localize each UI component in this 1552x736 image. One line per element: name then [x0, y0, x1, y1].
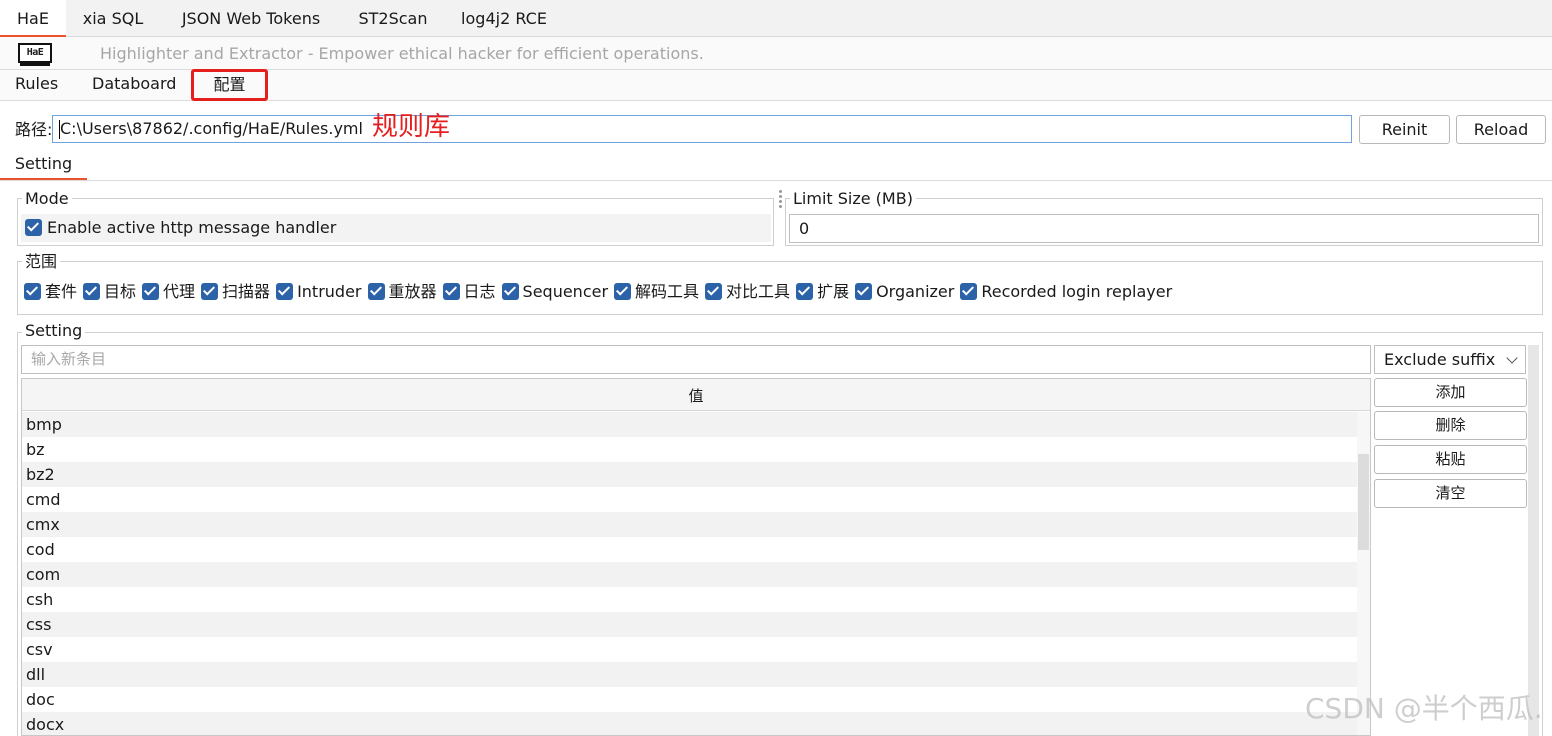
table-row[interactable]: dll	[22, 662, 1357, 687]
add-button[interactable]: 添加	[1374, 378, 1527, 407]
mode-option-row[interactable]: Enable active http message handler	[21, 214, 771, 242]
tab-config[interactable]: 配置	[191, 69, 268, 101]
hae-logo: HaE	[18, 43, 52, 66]
checkbox-checked-icon[interactable]	[960, 282, 978, 300]
tab-setting[interactable]: Setting	[0, 150, 87, 180]
text-caret	[59, 120, 60, 139]
setting-type-value: Exclude suffix	[1384, 350, 1496, 369]
column-header-value[interactable]: 值	[22, 379, 1370, 411]
table-row[interactable]: com	[22, 562, 1357, 587]
table-row[interactable]: bz	[22, 437, 1357, 462]
rules-library-annotation: 规则库	[372, 112, 451, 142]
setting-group-title: Setting	[22, 321, 86, 341]
scope-item-extensions[interactable]: 扩展	[796, 280, 849, 304]
tagline: Highlighter and Extractor - Empower ethi…	[100, 44, 704, 63]
paste-button[interactable]: 粘贴	[1374, 445, 1527, 474]
split-pane-handle[interactable]	[777, 188, 783, 248]
mode-option-label: Enable active http message handler	[47, 218, 337, 237]
watermark: CSDN @半个西瓜.	[1305, 692, 1543, 725]
checkbox-checked-icon[interactable]	[501, 282, 519, 300]
scope-options: 套件 目标 代理 扫描器 Intruder 重放器 日志 Sequencer 解码工具 对比工具扩…	[24, 280, 1178, 304]
scope-item-intruder[interactable]: Intruder	[276, 280, 362, 304]
scope-group-title: 范围	[22, 252, 61, 272]
table-row[interactable]: cod	[22, 537, 1357, 562]
checkbox-checked-icon[interactable]	[83, 282, 101, 300]
scope-item-scanner[interactable]: 扫描器	[201, 280, 270, 304]
checkbox-checked-icon[interactable]	[276, 282, 294, 300]
table-row[interactable]: cmd	[22, 487, 1357, 512]
checkbox-checked-icon[interactable]	[142, 282, 160, 300]
table-row[interactable]: bz2	[22, 462, 1357, 487]
checkbox-checked-icon[interactable]	[201, 282, 219, 300]
path-label: 路径:	[15, 120, 53, 139]
checkbox-checked-icon[interactable]	[796, 282, 814, 300]
table-row[interactable]: docx	[22, 712, 1357, 735]
divider	[0, 180, 1552, 181]
tab-xia-sql[interactable]: xia SQL	[66, 0, 160, 37]
values-table: 值 bmp bz bz2 cmd cmx cod com csh css csv…	[21, 378, 1371, 736]
scope-item-repeater[interactable]: 重放器	[367, 280, 437, 304]
checkbox-checked-icon[interactable]	[705, 282, 723, 300]
checkbox-checked-icon[interactable]	[24, 282, 41, 300]
tab-st2scan[interactable]: ST2Scan	[342, 0, 444, 37]
checkbox-checked-icon[interactable]	[614, 282, 632, 300]
sub-tab-bar: Rules Databoard 配置	[0, 69, 1552, 101]
scope-item-logger[interactable]: 日志	[442, 280, 496, 304]
scope-item-organizer[interactable]: Organizer	[855, 280, 954, 304]
table-row[interactable]: css	[22, 612, 1357, 637]
rules-path-field[interactable]: C:\Users\87862/.config/HaE/Rules.yml	[52, 115, 1352, 143]
scope-item-decoder[interactable]: 解码工具	[614, 280, 699, 304]
limit-size-title: Limit Size (MB)	[790, 189, 916, 209]
table-row[interactable]: bmp	[22, 412, 1357, 437]
chevron-down-icon	[1506, 352, 1518, 364]
new-entry-input[interactable]: 输入新条目	[21, 345, 1371, 374]
tab-log4j2-rce[interactable]: log4j2 RCE	[444, 0, 564, 37]
tab-json-web-tokens[interactable]: JSON Web Tokens	[160, 0, 342, 37]
limit-size-input[interactable]: 0	[789, 214, 1539, 243]
checkbox-checked-icon[interactable]	[367, 282, 385, 300]
scope-item-proxy[interactable]: 代理	[142, 280, 195, 304]
tab-databoard[interactable]: Databoard	[92, 70, 176, 100]
panel-scrollbar[interactable]	[1528, 345, 1539, 736]
extension-header: HaE Highlighter and Extractor - Empower …	[0, 37, 1552, 70]
scrollbar-thumb[interactable]	[1358, 454, 1369, 550]
scope-item-recorded-login-replayer[interactable]: Recorded login replayer	[960, 280, 1172, 304]
clear-button[interactable]: 清空	[1374, 479, 1527, 508]
checkbox-checked-icon[interactable]	[442, 282, 460, 300]
checkbox-checked-icon[interactable]	[855, 282, 873, 300]
table-scrollbar[interactable]	[1357, 412, 1370, 735]
reinit-button[interactable]: Reinit	[1359, 115, 1450, 144]
tab-rules[interactable]: Rules	[15, 70, 58, 100]
setting-type-select[interactable]: Exclude suffix	[1374, 345, 1526, 374]
scope-item-sequencer[interactable]: Sequencer	[501, 280, 608, 304]
plugin-tab-bar: HaE xia SQL JSON Web Tokens ST2Scan log4…	[0, 0, 1552, 37]
scope-item-suite[interactable]: 套件	[24, 280, 77, 304]
mode-group-title: Mode	[22, 189, 72, 209]
table-row[interactable]: cmx	[22, 512, 1357, 537]
table-row[interactable]: doc	[22, 687, 1357, 712]
tab-hae[interactable]: HaE	[0, 0, 66, 37]
checkbox-checked-icon[interactable]	[25, 218, 42, 236]
rules-path-value: C:\Users\87862/.config/HaE/Rules.yml	[60, 119, 363, 138]
delete-button[interactable]: 删除	[1374, 411, 1527, 440]
reload-button[interactable]: Reload	[1456, 115, 1546, 144]
table-row[interactable]: csh	[22, 587, 1357, 612]
scope-item-target[interactable]: 目标	[83, 280, 136, 304]
table-row[interactable]: csv	[22, 637, 1357, 662]
scope-item-comparer[interactable]: 对比工具	[705, 280, 790, 304]
